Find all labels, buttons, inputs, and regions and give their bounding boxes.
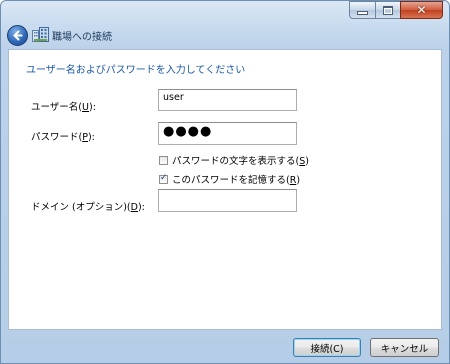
password-value: ●●●● [163, 124, 213, 139]
username-input[interactable]: user [158, 89, 297, 111]
show-password-checkbox[interactable] [159, 155, 168, 165]
maximize-button[interactable] [375, 1, 400, 19]
domain-label: ドメイン (オプション)(D): [31, 202, 145, 213]
connect-button[interactable]: 接続(C) [293, 338, 361, 357]
connect-to-workplace-window: ✕ 職場への接続 ユーザー名およびパスワードを入力してください ユーザー名(U)… [0, 0, 450, 364]
password-label: パスワード(P): [31, 132, 95, 143]
cancel-button[interactable]: キャンセル [370, 338, 439, 357]
back-arrow-icon [13, 30, 23, 41]
username-label: ユーザー名(U): [31, 102, 96, 113]
window-title: 職場への接続 [52, 32, 112, 43]
username-value: user [163, 92, 184, 103]
remember-password-checkbox-row[interactable]: ✓ このパスワードを記憶する(R) [159, 172, 300, 186]
remember-password-label: このパスワードを記憶する(R) [172, 175, 301, 186]
close-button[interactable]: ✕ [400, 1, 443, 19]
show-password-checkbox-row[interactable]: パスワードの文字を表示する(S) [159, 153, 309, 167]
instruction-text: ユーザー名およびパスワードを入力してください [26, 65, 246, 76]
show-password-label: パスワードの文字を表示する(S) [172, 156, 309, 167]
checkmark-icon: ✓ [160, 172, 168, 183]
minimize-button[interactable] [349, 1, 375, 19]
domain-input[interactable] [158, 189, 297, 212]
close-icon: ✕ [416, 3, 427, 17]
workplace-network-icon [32, 27, 49, 42]
minimize-icon [357, 11, 368, 15]
content-panel: ユーザー名およびパスワードを入力してください ユーザー名(U): user パス… [8, 49, 442, 330]
password-input[interactable]: ●●●● [158, 122, 297, 145]
caption-buttons: ✕ [349, 1, 443, 19]
remember-password-checkbox[interactable]: ✓ [159, 172, 168, 184]
back-button[interactable] [7, 25, 28, 46]
maximize-icon [383, 5, 393, 15]
